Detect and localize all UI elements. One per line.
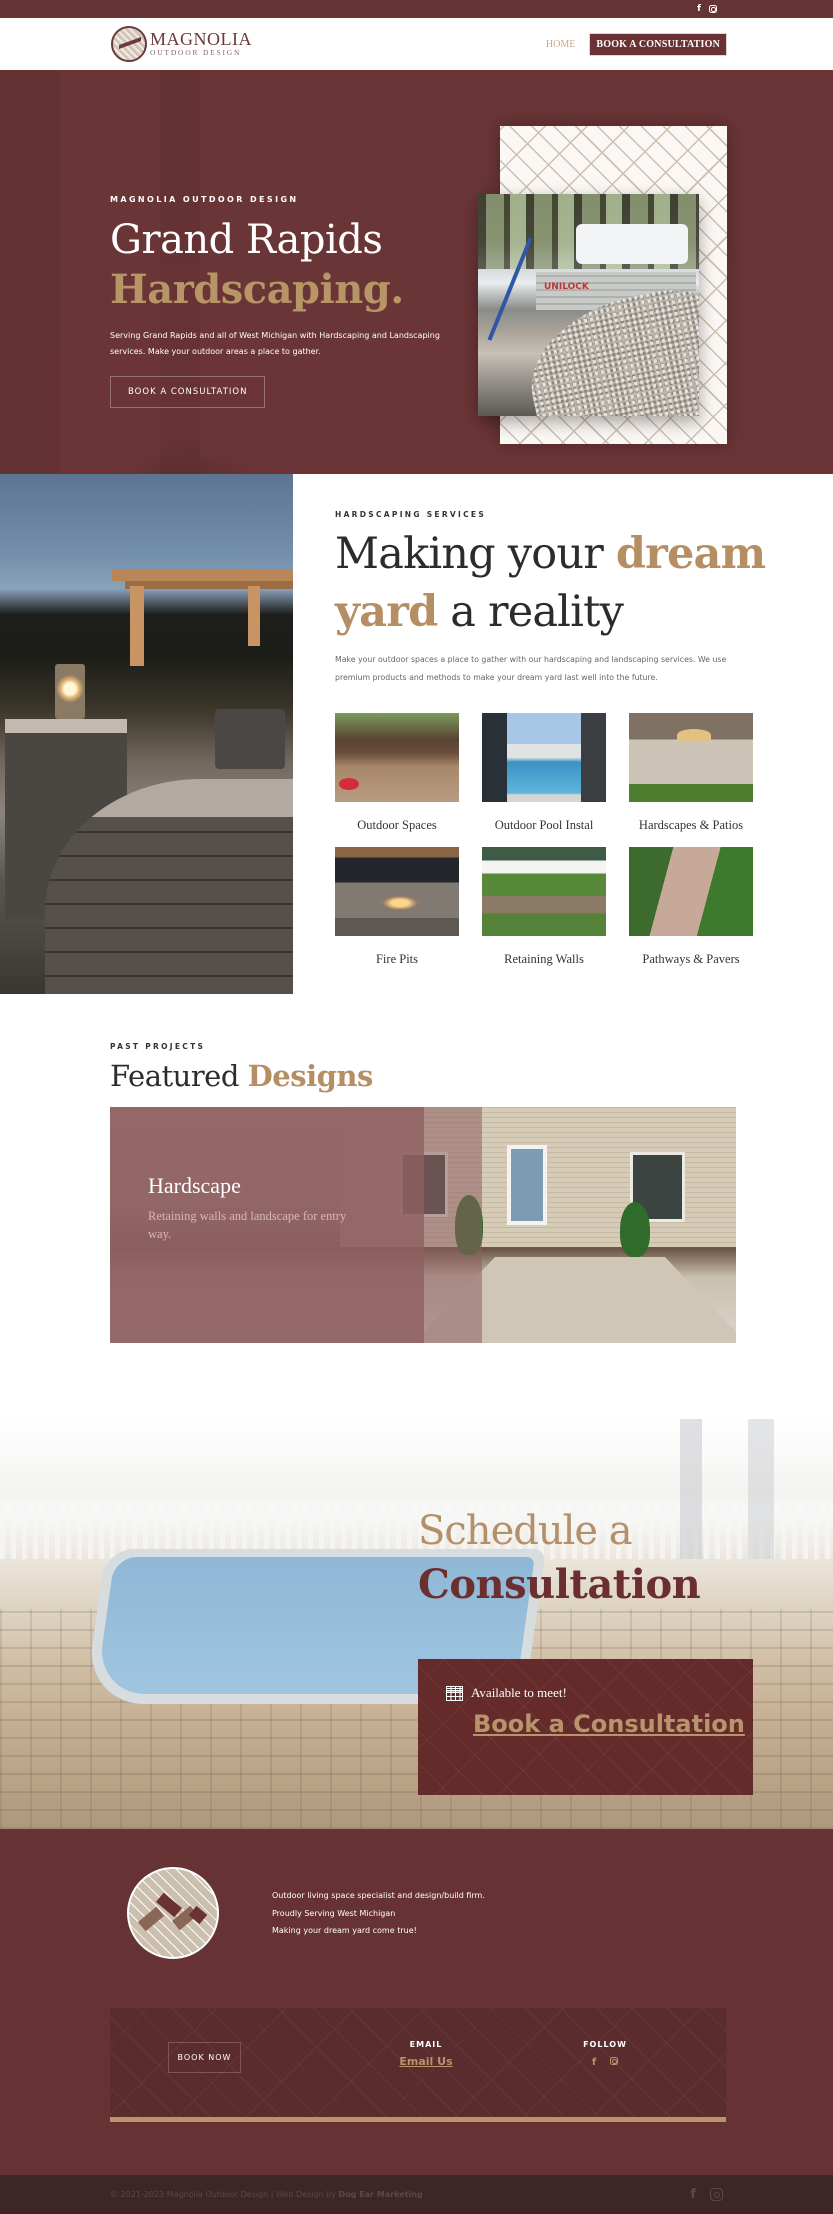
services-section: HARDSCAPING SERVICES Making your dream y… — [0, 474, 833, 994]
featured-title-plain: Featured — [110, 1059, 248, 1093]
photo-door — [507, 1145, 547, 1225]
follow-heading: FOLLOW — [583, 2040, 627, 2049]
featured-slide-heading: Hardscape — [148, 1173, 241, 1198]
service-card-outdoor-spaces[interactable]: Outdoor Spaces — [335, 713, 459, 833]
instagram-icon[interactable] — [610, 2057, 619, 2065]
photo-post — [248, 586, 260, 646]
hero-content: MAGNOLIA OUTDOOR DESIGN Grand Rapids Har… — [110, 195, 470, 408]
featured-caption: Hardscape Retaining walls and landscape … — [148, 1173, 358, 1243]
services-eyebrow: HARDSCAPING SERVICES — [335, 510, 487, 519]
photo-chair — [215, 709, 285, 769]
logo-badge-icon — [111, 26, 147, 62]
service-image — [482, 713, 606, 802]
calendar-icon — [446, 1685, 463, 1701]
logo-line1: MAGNOLIA — [150, 29, 252, 49]
schedule-section: Schedule a Consultation Available to mee… — [0, 1419, 833, 1829]
featured-slide-caption: Retaining walls and landscape for entry … — [148, 1209, 347, 1241]
credit-link[interactable]: Dog Ear Marketing — [339, 2190, 423, 2199]
services-title-part2: a reality — [437, 587, 624, 637]
footer-line: Outdoor living space specialist and desi… — [272, 1891, 485, 1900]
service-card-pool[interactable]: Outdoor Pool Instal — [482, 713, 606, 833]
service-label: Retaining Walls — [504, 952, 584, 966]
service-label: Outdoor Pool Instal — [494, 818, 594, 832]
service-label: Hardscapes & Patios — [638, 818, 744, 832]
logo-text: MAGNOLIA OUTDOOR DESIGN — [150, 29, 252, 57]
hero-title-line2: Hardscaping. — [110, 266, 404, 313]
service-image — [629, 847, 753, 936]
nav-home[interactable]: HOME — [546, 39, 575, 50]
schedule-title-line2: Consultation — [418, 1561, 701, 1608]
site-footer: Outdoor living space specialist and desi… — [0, 1829, 833, 2161]
photo-sign-text: UNILOCK — [544, 282, 589, 292]
service-image — [482, 847, 606, 936]
instagram-icon[interactable] — [710, 2188, 723, 2201]
hero-section: MAGNOLIA OUTDOOR DESIGN Grand Rapids Har… — [0, 70, 833, 474]
schedule-cta-box: Available to meet! Book a Consultation — [418, 1659, 753, 1795]
email-heading: EMAIL — [409, 2040, 443, 2049]
email-us-link[interactable]: Email Us — [386, 2055, 466, 2068]
copyright: © 2021-2023 Magnolia Outdoor Design | We… — [110, 2190, 423, 2199]
photo-shrub — [620, 1202, 650, 1257]
services-description: Make your outdoor spaces a place to gath… — [335, 655, 727, 682]
hero-book-consultation-button[interactable]: BOOK A CONSULTATION — [110, 376, 266, 408]
service-card-retaining-walls[interactable]: Retaining Walls — [482, 847, 606, 967]
footer-follow-column: FOLLOW f — [575, 2040, 635, 2068]
hero-photo-gravel: UNILOCK — [478, 194, 699, 416]
footer-email-column: EMAIL Email Us — [386, 2040, 466, 2068]
photo-column — [748, 1419, 774, 1559]
service-card-patios[interactable]: Hardscapes & Patios — [629, 713, 753, 833]
service-label: Outdoor Spaces — [357, 818, 437, 832]
photo-pergola — [112, 569, 293, 581]
schedule-title: Schedule a Consultation — [418, 1505, 701, 1613]
hero-title-line1: Grand Rapids — [110, 217, 383, 263]
follow-icons: f — [575, 2057, 635, 2068]
facebook-icon[interactable]: f — [690, 2187, 696, 2202]
service-image — [335, 713, 459, 802]
site-logo[interactable]: MAGNOLIA OUTDOOR DESIGN — [111, 26, 252, 62]
featured-eyebrow: PAST PROJECTS — [110, 1042, 206, 1051]
top-bar: f — [0, 0, 833, 18]
copyright-text: © 2021-2023 Magnolia Outdoor Design | We… — [110, 2190, 339, 2199]
photo-post — [130, 586, 144, 666]
hero-description: Serving Grand Rapids and all of West Mic… — [110, 331, 440, 356]
service-card-fire-pits[interactable]: Fire Pits — [335, 847, 459, 967]
main-nav: HOME BOOK A CONSULTATION — [546, 32, 727, 56]
hero-eyebrow: MAGNOLIA OUTDOOR DESIGN — [110, 195, 299, 204]
services-content: HARDSCAPING SERVICES Making your dream y… — [293, 474, 833, 994]
featured-title-accent: Designs — [247, 1059, 374, 1093]
footer-logo-icon — [127, 1867, 219, 1959]
featured-title: Featured Designs — [110, 1059, 833, 1093]
availability-row: Available to meet! — [446, 1685, 567, 1701]
site-header: MAGNOLIA OUTDOOR DESIGN HOME BOOK A CONS… — [0, 18, 833, 70]
featured-section: PAST PROJECTS Featured Designs Hardscape… — [0, 994, 833, 1419]
footer-tagline: Outdoor living space specialist and desi… — [272, 1887, 485, 1940]
book-now-button[interactable]: BOOK NOW — [168, 2042, 241, 2073]
featured-slide[interactable]: Hardscape Retaining walls and landscape … — [110, 1107, 736, 1343]
logo-line2: OUTDOOR DESIGN — [150, 48, 242, 57]
services-title-part1: Making your — [335, 529, 616, 579]
services-grid: Outdoor Spaces Outdoor Pool Instal Hards… — [335, 713, 833, 967]
service-label: Pathways & Pavers — [642, 952, 740, 966]
logo-brick — [137, 1906, 165, 1932]
photo-lamp — [55, 664, 85, 719]
instagram-icon[interactable] — [709, 5, 717, 13]
facebook-icon[interactable]: f — [697, 4, 701, 14]
service-image — [629, 713, 753, 802]
availability-text: Available to meet! — [471, 1685, 567, 1700]
nav-book-consultation-button[interactable]: BOOK A CONSULTATION — [589, 32, 727, 56]
footer-line: Proudly Serving West Michigan — [272, 1908, 396, 1918]
book-consultation-link[interactable]: Book a Consultation — [473, 1709, 745, 1739]
patio-night-photo — [0, 474, 293, 994]
service-label: Fire Pits — [375, 952, 419, 966]
schedule-title-line1: Schedule a — [418, 1508, 633, 1554]
facebook-icon[interactable]: f — [592, 2057, 596, 2068]
service-card-pathways[interactable]: Pathways & Pavers — [629, 847, 753, 967]
service-image — [335, 847, 459, 936]
footer-line: Making your dream yard come true! — [272, 1926, 417, 1935]
bottom-social-icons: f — [690, 2187, 723, 2202]
photo-bags — [576, 224, 688, 264]
footer-cta-box: BOOK NOW EMAIL Email Us FOLLOW f — [110, 2008, 726, 2122]
photo-pergola-beam — [125, 581, 293, 589]
services-title: Making your dream yard a reality — [335, 525, 833, 641]
